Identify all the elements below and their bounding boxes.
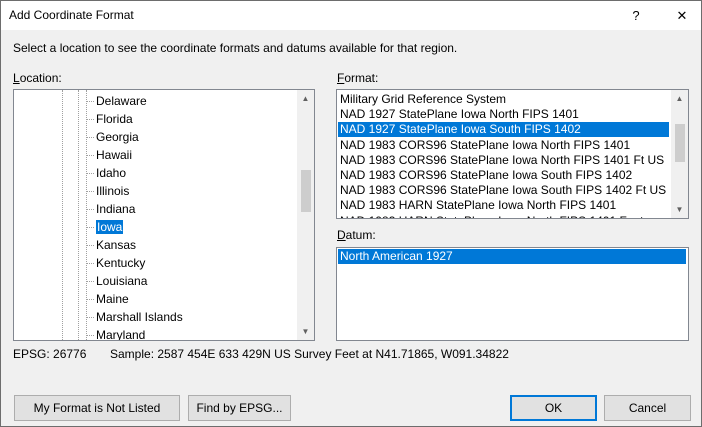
datum-list[interactable]: North American 1927	[336, 247, 689, 341]
sample-coordinate: Sample: 2587 454E 633 429N US Survey Fee…	[110, 347, 509, 361]
location-item[interactable]: Indiana	[86, 200, 137, 218]
location-item-label: Kentucky	[96, 256, 146, 270]
location-scroll-thumb[interactable]	[301, 170, 311, 212]
find-by-epsg-button[interactable]: Find by EPSG...	[188, 395, 291, 421]
instruction-text: Select a location to see the coordinate …	[13, 41, 458, 55]
location-item-label: Maine	[96, 292, 129, 306]
datum-label: Datum:	[337, 228, 376, 242]
tree-connector-line	[86, 281, 94, 282]
scroll-down-arrow-icon[interactable]: ▼	[297, 323, 314, 340]
tree-connector-line	[86, 263, 94, 264]
location-item[interactable]: Florida	[86, 110, 135, 128]
scroll-up-arrow-icon[interactable]: ▲	[671, 90, 688, 107]
location-item-label: Hawaii	[96, 148, 133, 162]
location-item[interactable]: Maryland	[86, 326, 147, 341]
location-item[interactable]: Kansas	[86, 236, 138, 254]
format-item[interactable]: NAD 1983 HARN StatePlane Iowa North FIPS…	[338, 214, 669, 218]
location-item-label: Iowa	[96, 220, 124, 234]
add-coordinate-format-dialog: Add Coordinate Format ? ✕ Select a locat…	[0, 0, 702, 427]
location-item-label: Louisiana	[96, 274, 148, 288]
format-item[interactable]: NAD 1983 HARN StatePlane Iowa North FIPS…	[338, 198, 669, 213]
format-item[interactable]: NAD 1983 CORS96 StatePlane Iowa North FI…	[338, 153, 669, 168]
my-format-not-listed-button[interactable]: My Format is Not Listed	[14, 395, 180, 421]
location-item-label: Indiana	[96, 202, 136, 216]
epsg-code: EPSG: 26776	[13, 347, 87, 361]
location-item[interactable]: Hawaii	[86, 146, 134, 164]
location-item[interactable]: Maine	[86, 290, 131, 308]
location-tree[interactable]: Delaware Florida Georgia Hawaii Idaho Illinoi…	[13, 89, 315, 341]
location-item[interactable]: Delaware	[86, 92, 149, 110]
location-item-label: Maryland	[96, 328, 146, 341]
location-scrollbar[interactable]: ▲ ▼	[297, 90, 314, 340]
tree-connector-line	[86, 137, 94, 138]
format-item[interactable]: NAD 1983 CORS96 StatePlane Iowa South FI…	[338, 183, 669, 198]
format-item[interactable]: NAD 1983 CORS96 StatePlane Iowa South FI…	[338, 168, 669, 183]
close-button[interactable]: ✕	[665, 1, 699, 30]
format-item[interactable]: NAD 1927 StatePlane Iowa South FIPS 1402	[338, 122, 669, 138]
tree-connector-line	[86, 317, 94, 318]
tree-connector-line	[86, 335, 94, 336]
title-bar: Add Coordinate Format ? ✕	[1, 1, 701, 30]
help-icon: ?	[632, 8, 640, 23]
location-item-label: Georgia	[96, 130, 139, 144]
location-item-label: Idaho	[96, 166, 127, 180]
format-item[interactable]: Military Grid Reference System	[338, 92, 669, 107]
format-label: Format:	[337, 71, 379, 85]
location-item-label: Illinois	[96, 184, 130, 198]
location-item[interactable]: Marshall Islands	[86, 308, 185, 326]
location-item-label: Marshall Islands	[96, 310, 183, 324]
tree-connector-line	[86, 191, 94, 192]
tree-connector-line	[86, 155, 94, 156]
location-item[interactable]: Illinois	[86, 182, 131, 200]
datum-item-selected[interactable]: North American 1927	[338, 249, 686, 264]
location-item-label: Kansas	[96, 238, 137, 252]
format-list[interactable]: Military Grid Reference System NAD 1927 S…	[336, 89, 689, 219]
tree-connector-line	[86, 227, 94, 228]
cancel-button[interactable]: Cancel	[604, 395, 691, 421]
scroll-up-arrow-icon[interactable]: ▲	[297, 90, 314, 107]
scroll-down-arrow-icon[interactable]: ▼	[671, 201, 688, 218]
location-item[interactable]: Kentucky	[86, 254, 147, 272]
location-item[interactable]: Idaho	[86, 164, 128, 182]
location-item[interactable]: Louisiana	[86, 272, 149, 290]
location-label: Location:	[13, 71, 62, 85]
format-item[interactable]: NAD 1983 CORS96 StatePlane Iowa North FI…	[338, 138, 669, 153]
help-button[interactable]: ?	[619, 1, 653, 30]
tree-guide-lines	[14, 90, 94, 340]
tree-connector-line	[86, 173, 94, 174]
tree-connector-line	[86, 209, 94, 210]
location-item[interactable]: Iowa	[86, 218, 125, 236]
tree-connector-line	[86, 101, 94, 102]
close-icon: ✕	[676, 7, 688, 23]
location-item-label: Florida	[96, 112, 133, 126]
format-scrollbar[interactable]: ▲ ▼	[671, 90, 688, 218]
tree-connector-line	[86, 245, 94, 246]
tree-connector-line	[86, 299, 94, 300]
format-scroll-thumb[interactable]	[675, 124, 685, 162]
window-title: Add Coordinate Format	[9, 8, 134, 22]
location-item-label: Delaware	[96, 94, 147, 108]
tree-connector-line	[86, 119, 94, 120]
ok-button[interactable]: OK	[510, 395, 597, 421]
location-item[interactable]: Georgia	[86, 128, 141, 146]
format-item[interactable]: NAD 1927 StatePlane Iowa North FIPS 1401	[338, 107, 669, 122]
